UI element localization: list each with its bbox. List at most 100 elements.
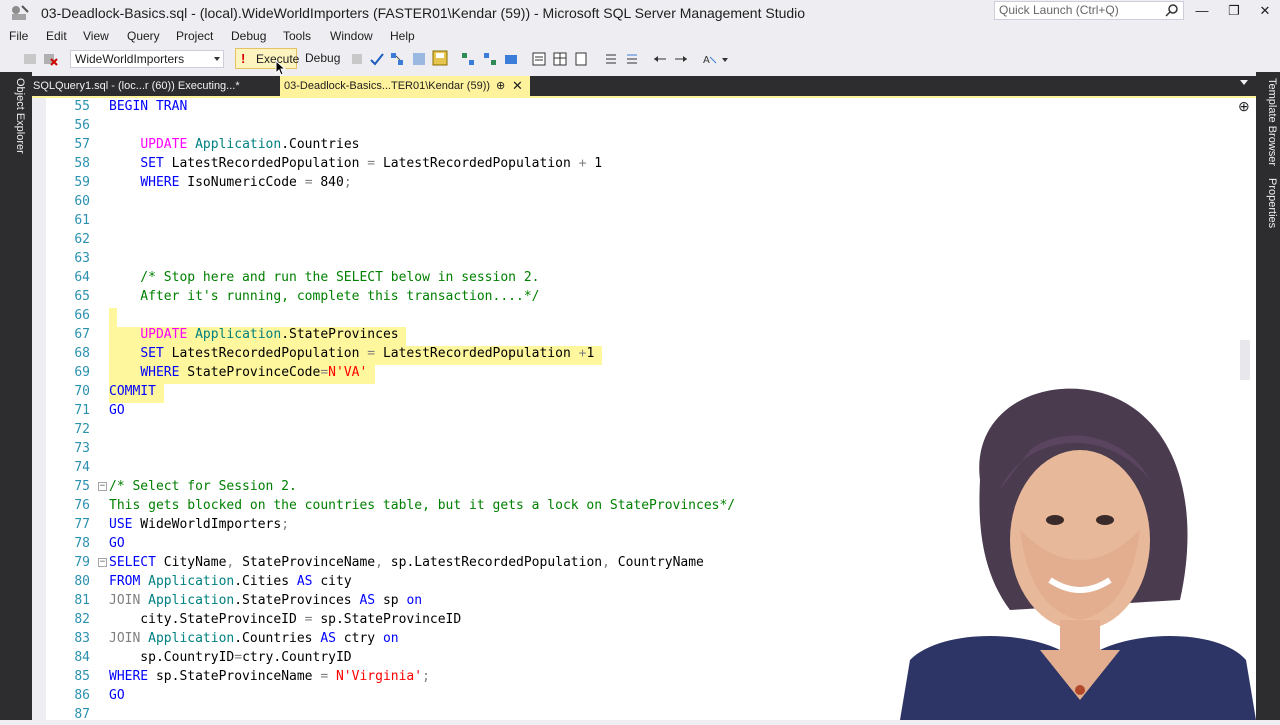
specify-values-icon[interactable]: A [702, 51, 718, 67]
results-file-icon[interactable] [573, 51, 589, 67]
tab-sqlquery1[interactable]: SQLQuery1.sql - (loc...r (60)) Executing… [32, 78, 272, 96]
code-text: USE WideWorldImporters; [109, 517, 289, 536]
menu-view[interactable]: View [83, 29, 109, 43]
code-text: BEGIN TRAN [109, 99, 187, 118]
code-line[interactable]: 63 [46, 250, 1236, 269]
code-line[interactable]: 62 [46, 231, 1236, 250]
code-text: WHERE sp.StateProvinceName = N'Virginia'… [109, 669, 430, 688]
code-text: sp.CountryID=ctry.CountryID [109, 650, 351, 669]
live-stats-icon[interactable] [482, 51, 498, 67]
disconnect-icon[interactable] [42, 51, 58, 67]
close-button[interactable]: ✕ [1255, 3, 1275, 19]
code-token: SET [140, 156, 164, 171]
code-token: SELECT [109, 555, 156, 570]
database-select[interactable]: WideWorldImporters [70, 50, 224, 68]
menu-project[interactable]: Project [176, 29, 213, 43]
code-line[interactable]: 67 UPDATE Application.StateProvinces [46, 326, 1236, 346]
results-to-file-icon[interactable] [432, 50, 448, 66]
connect-icon[interactable] [22, 51, 38, 67]
pin-icon[interactable]: ⊕ [496, 79, 505, 92]
code-text: WHERE StateProvinceCode=N'VA' [109, 365, 376, 384]
code-token: Application [195, 327, 282, 342]
menu-file[interactable]: File [9, 29, 28, 43]
code-token: This gets blocked on the countries table… [109, 498, 736, 513]
menu-help[interactable]: Help [390, 29, 415, 43]
code-line[interactable]: 57 UPDATE Application.Countries [46, 136, 1236, 155]
code-line[interactable]: 55 BEGIN TRAN [46, 98, 1236, 117]
chevron-down-icon [214, 57, 220, 61]
menu-window[interactable]: Window [330, 29, 373, 43]
code-line[interactable]: 56 [46, 117, 1236, 136]
code-token: 840 [312, 175, 344, 190]
properties-tab[interactable]: Properties [1258, 178, 1278, 238]
minimize-button[interactable]: — [1192, 3, 1212, 19]
line-number: 67 [74, 327, 90, 342]
quick-launch-input[interactable]: Quick Launch (Ctrl+Q) [994, 1, 1184, 20]
code-token: LatestRecordedPopulation [375, 346, 579, 361]
execute-button[interactable]: ! Execute [235, 48, 299, 69]
code-line[interactable]: 68 SET LatestRecordedPopulation = Latest… [46, 345, 1236, 365]
code-line[interactable]: 65 After it's running, complete this tra… [46, 288, 1236, 307]
line-number: 65 [74, 289, 90, 304]
fold-toggle-icon[interactable]: − [98, 558, 107, 567]
code-token: SET [140, 346, 164, 361]
code-text [109, 308, 117, 327]
code-line[interactable]: 60 [46, 193, 1236, 212]
code-token: WHERE [109, 669, 149, 684]
parse-checkmark-icon[interactable] [369, 51, 385, 67]
display-plan-icon[interactable] [389, 51, 405, 67]
code-token: = [304, 175, 313, 190]
window-title: 03-Deadlock-Basics.sql - (local).WideWor… [41, 5, 806, 21]
decrease-indent-icon[interactable] [652, 51, 668, 67]
query-options-icon[interactable] [411, 51, 427, 67]
increase-indent-icon[interactable] [673, 51, 689, 67]
code-text: FROM Application.Cities AS city [109, 574, 352, 593]
code-token: N'VA' [328, 365, 376, 380]
uncomment-icon[interactable] [624, 51, 640, 67]
object-explorer-tab[interactable]: Object Explorer [6, 78, 26, 158]
line-number: 70 [74, 384, 90, 399]
results-to-grid-icon[interactable] [552, 51, 568, 67]
code-token: ctry [335, 631, 383, 646]
code-token: ; [343, 175, 352, 190]
line-number: 85 [74, 669, 90, 684]
code-token: Application [195, 137, 282, 152]
line-number: 56 [74, 118, 90, 133]
template-browser-tab[interactable]: Template Browser [1258, 78, 1278, 168]
client-stats-icon[interactable] [503, 51, 519, 67]
code-token: .Countries [234, 631, 321, 646]
tab-deadlock-basics[interactable]: 03-Deadlock-Basics...TER01\Kendar (59)) [280, 76, 530, 97]
code-text: WHERE IsoNumericCode = 840; [109, 175, 352, 194]
code-token: sp.StateProvinceID [312, 612, 462, 627]
tab-dropdown-icon[interactable] [1240, 80, 1248, 85]
results-to-text-icon[interactable] [531, 51, 547, 67]
code-line[interactable]: 64 /* Stop here and run the SELECT below… [46, 269, 1236, 288]
code-token: AS [320, 631, 336, 646]
tab-close-icon[interactable]: ✕ [512, 78, 523, 94]
code-line[interactable]: 66 [46, 307, 1236, 327]
fold-toggle-icon[interactable]: − [98, 482, 107, 491]
code-line[interactable]: 61 [46, 212, 1236, 231]
include-plan-icon[interactable] [460, 51, 476, 67]
code-token: = [367, 156, 376, 171]
restore-button[interactable]: ❐ [1224, 3, 1244, 19]
line-number: 68 [74, 346, 90, 361]
comment-out-icon[interactable] [603, 51, 619, 67]
search-icon[interactable] [1165, 3, 1179, 17]
code-token: LatestRecordedPopulation [163, 156, 368, 171]
line-number: 81 [74, 593, 90, 608]
split-editor-icon[interactable]: ⊕ [1238, 98, 1250, 115]
code-text: UPDATE Application.Countries [109, 137, 359, 156]
code-line[interactable]: 59 WHERE IsoNumericCode = 840; [46, 174, 1236, 193]
code-line[interactable]: 58 SET LatestRecordedPopulation = Latest… [46, 155, 1236, 174]
toolbar-overflow-icon[interactable] [722, 58, 728, 62]
menu-edit[interactable]: Edit [46, 29, 67, 43]
debug-button[interactable]: Debug [305, 51, 340, 65]
menu-tools[interactable]: Tools [283, 29, 311, 43]
menu-query[interactable]: Query [127, 29, 160, 43]
cancel-query-icon[interactable] [349, 51, 365, 67]
menu-debug[interactable]: Debug [231, 29, 266, 43]
line-number: 76 [74, 498, 90, 513]
